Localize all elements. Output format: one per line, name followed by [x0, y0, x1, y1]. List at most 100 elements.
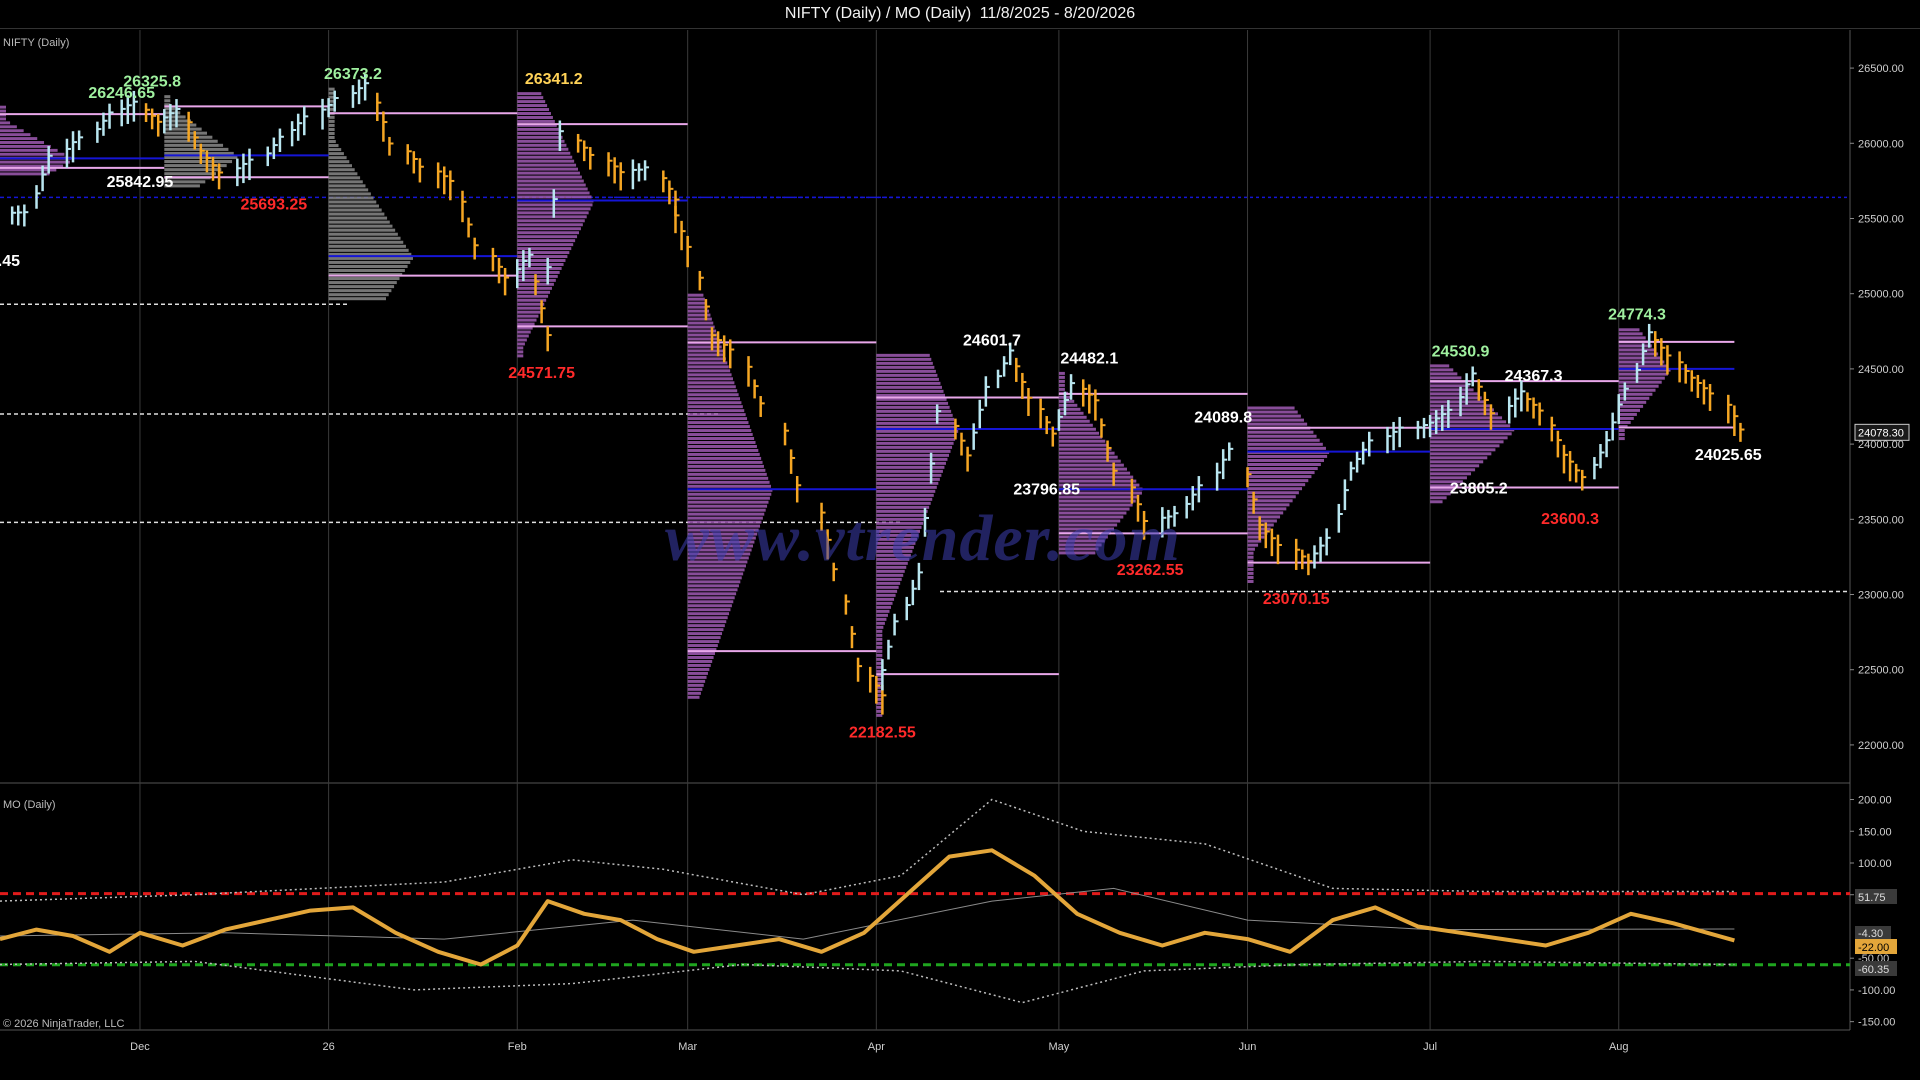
mo-tag-upper: 51.75	[1858, 892, 1886, 904]
profile-row	[687, 448, 759, 452]
profile-row	[1058, 371, 1065, 375]
profile-row	[876, 621, 885, 625]
profile-row	[517, 318, 537, 322]
profile-row	[1618, 416, 1634, 420]
profile-row	[1430, 468, 1476, 472]
profile-row	[1058, 439, 1106, 443]
profile-row	[517, 235, 578, 239]
profile-row	[517, 306, 543, 310]
profile-row	[1247, 555, 1254, 559]
profile-row	[517, 167, 579, 171]
time-tick-label: Jun	[1239, 1041, 1257, 1053]
mo-tag-lower: -60.35	[1858, 964, 1889, 976]
profile-row	[1430, 372, 1458, 376]
profile-row	[687, 377, 733, 381]
profile-row	[328, 204, 379, 208]
profile-row	[1247, 462, 1321, 467]
profile-row	[517, 322, 535, 326]
profile-row	[876, 421, 956, 425]
profile-row	[876, 413, 953, 417]
price-annotation: 24601.7	[963, 333, 1021, 350]
profile-row	[1058, 431, 1100, 435]
profile-row	[517, 155, 573, 159]
profile-row	[328, 264, 408, 268]
chart-canvas[interactable]: www.vtrender.com 26246.6526325.825842.95…	[0, 0, 1920, 1080]
profile-row	[328, 293, 389, 297]
profile-row	[164, 131, 208, 135]
profile-row	[687, 393, 739, 397]
profile-row	[1430, 460, 1484, 464]
profile-row	[687, 695, 700, 699]
profile-row	[328, 200, 377, 204]
profile-row	[687, 683, 704, 687]
profile-row	[687, 464, 764, 468]
profile-row	[687, 405, 743, 409]
profile-row	[687, 675, 707, 679]
profile-row	[876, 585, 899, 589]
profile-row	[687, 496, 770, 500]
profile-row	[876, 633, 883, 637]
profile-row	[1247, 487, 1303, 491]
profile-row	[1247, 434, 1317, 438]
profile-row	[876, 653, 883, 657]
profile-row	[876, 649, 883, 653]
profile-row	[876, 357, 932, 361]
profile-row	[876, 369, 936, 373]
price-annotation: 26341.2	[525, 71, 583, 88]
profile-row	[1247, 491, 1299, 495]
profile-row	[1618, 420, 1631, 424]
profile-row	[1247, 442, 1323, 446]
profile-row	[1618, 376, 1665, 380]
profile-row	[328, 152, 344, 156]
profile-row	[164, 160, 233, 164]
profile-row	[1430, 432, 1512, 436]
profile-row	[687, 608, 731, 612]
time-tick-label: Jul	[1423, 1041, 1437, 1053]
profile-row	[517, 187, 588, 191]
profile-row	[164, 139, 218, 143]
mo-value-tags: 51.75 -4.30 -22.00 -60.35	[1855, 889, 1897, 976]
profile-row	[517, 231, 579, 235]
profile-row	[1430, 400, 1486, 404]
profile-row	[1247, 579, 1254, 583]
profile-row	[1618, 352, 1659, 356]
profile-row	[876, 597, 895, 601]
profile-row	[687, 580, 741, 584]
profile-row	[1430, 384, 1470, 388]
profile-row	[687, 460, 763, 464]
profile-row	[1618, 400, 1647, 404]
profile-row	[328, 192, 371, 196]
profile-row	[1247, 446, 1326, 450]
profile-row	[328, 127, 335, 131]
profile-row	[517, 151, 571, 155]
profile-row	[1247, 475, 1312, 479]
mo-tag-value: -22.00	[1858, 942, 1889, 954]
profile-row	[687, 437, 755, 441]
profile-row	[687, 612, 730, 616]
profile-row	[0, 129, 24, 133]
profile-row	[328, 135, 335, 140]
time-tick-label: Feb	[508, 1041, 527, 1053]
profile-row	[517, 163, 577, 167]
profile-row	[876, 465, 945, 469]
profile-row	[0, 133, 31, 137]
profile-row	[1430, 456, 1488, 460]
profile-row	[1618, 408, 1640, 412]
profile-row	[687, 337, 719, 341]
profile-row	[517, 330, 531, 334]
time-tick-label: May	[1048, 1041, 1069, 1053]
price-annotation: 24571.75	[508, 365, 575, 382]
profile-row	[1430, 440, 1504, 444]
profile-row	[328, 260, 411, 264]
profile-row	[517, 334, 529, 338]
profile-row	[687, 663, 711, 667]
time-tick-label: 26	[322, 1041, 334, 1053]
profile-row	[1247, 438, 1320, 442]
profile-row	[328, 285, 395, 289]
profile-row	[1247, 467, 1318, 471]
profile-row	[876, 625, 884, 629]
profile-row	[328, 180, 363, 184]
profile-row	[687, 301, 707, 305]
profile-row	[1058, 455, 1118, 459]
profile-row	[517, 127, 559, 131]
